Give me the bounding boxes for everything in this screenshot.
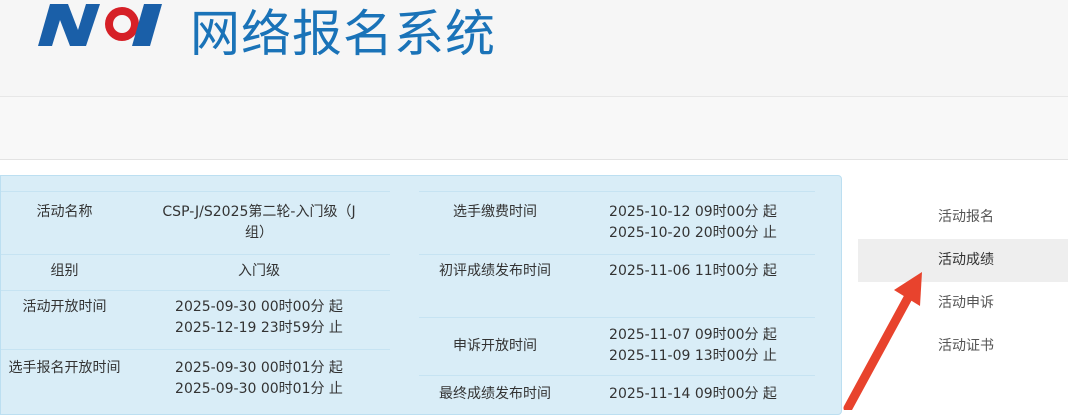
info-value: 2025-09-30 00时01分 起 bbox=[175, 360, 343, 376]
info-value: 2025-10-20 20时00分 止 bbox=[609, 225, 777, 241]
info-label: 活动名称 bbox=[36, 204, 93, 220]
table-row: 活动开放时间 2025-09-30 00时00分 起 2025-12-19 23时… bbox=[1, 290, 390, 350]
info-label: 组别 bbox=[50, 263, 79, 279]
info-label: 初评成绩发布时间 bbox=[439, 263, 551, 279]
info-value: 2025-11-09 13时00分 止 bbox=[609, 348, 777, 364]
info-label: 申诉开放时间 bbox=[453, 338, 537, 354]
table-row: 活动名称 CSP-J/S2025第二轮-入门级（J 组） bbox=[1, 191, 390, 255]
info-value: 入门级 bbox=[238, 263, 280, 279]
info-label: 选手缴费时间 bbox=[453, 204, 537, 220]
info-value: 2025-11-07 09时00分 起 bbox=[609, 327, 777, 343]
nav-bar bbox=[0, 97, 1068, 160]
info-label: 活动开放时间 bbox=[22, 299, 107, 315]
table-row: 选手报名开放时间 2025-09-30 00时01分 起 2025-09-30 0… bbox=[1, 349, 390, 408]
info-value: 2025-09-30 00时00分 起 bbox=[175, 299, 343, 315]
table-row: 申诉开放时间 2025-11-07 09时00分 起 2025-11-09 13时… bbox=[419, 317, 815, 376]
info-value: 2025-10-12 09时00分 起 bbox=[609, 204, 777, 220]
table-row: 最终成绩发布时间 2025-11-14 09时00分 起 bbox=[419, 375, 815, 413]
info-value: CSP-J/S2025第二轮-入门级（J bbox=[162, 204, 356, 220]
info-value: 2025-12-19 23时59分 止 bbox=[175, 320, 343, 336]
info-value: 组） bbox=[245, 225, 273, 241]
info-value: 2025-11-14 09时00分 起 bbox=[609, 386, 777, 402]
activity-info-panel: 活动名称 CSP-J/S2025第二轮-入门级（J 组） 组别 入门级 活动开放时… bbox=[0, 175, 842, 415]
header: 网络报名系统 bbox=[0, 0, 1068, 96]
system-title: 网络报名系统 bbox=[190, 5, 496, 63]
info-label: 最终成绩发布时间 bbox=[439, 386, 551, 402]
red-arrow-annotation bbox=[843, 272, 922, 410]
sidebar-item-registration[interactable]: 活动报名 bbox=[858, 196, 1068, 239]
info-value: 2025-09-30 00时01分 止 bbox=[175, 381, 343, 397]
noi-logo bbox=[38, 4, 162, 46]
activity-info-table-left: 活动名称 CSP-J/S2025第二轮-入门级（J 组） 组别 入门级 活动开放时… bbox=[1, 191, 390, 408]
info-value: 2025-11-06 11时00分 起 bbox=[609, 263, 777, 279]
table-row: 初评成绩发布时间 2025-11-06 11时00分 起 bbox=[419, 254, 815, 318]
activity-info-table-right: 选手缴费时间 2025-10-12 09时00分 起 2025-10-20 20时… bbox=[419, 191, 815, 413]
info-label: 选手报名开放时间 bbox=[8, 360, 121, 376]
table-row: 选手缴费时间 2025-10-12 09时00分 起 2025-10-20 20时… bbox=[419, 191, 815, 255]
table-row: 组别 入门级 bbox=[1, 254, 390, 291]
